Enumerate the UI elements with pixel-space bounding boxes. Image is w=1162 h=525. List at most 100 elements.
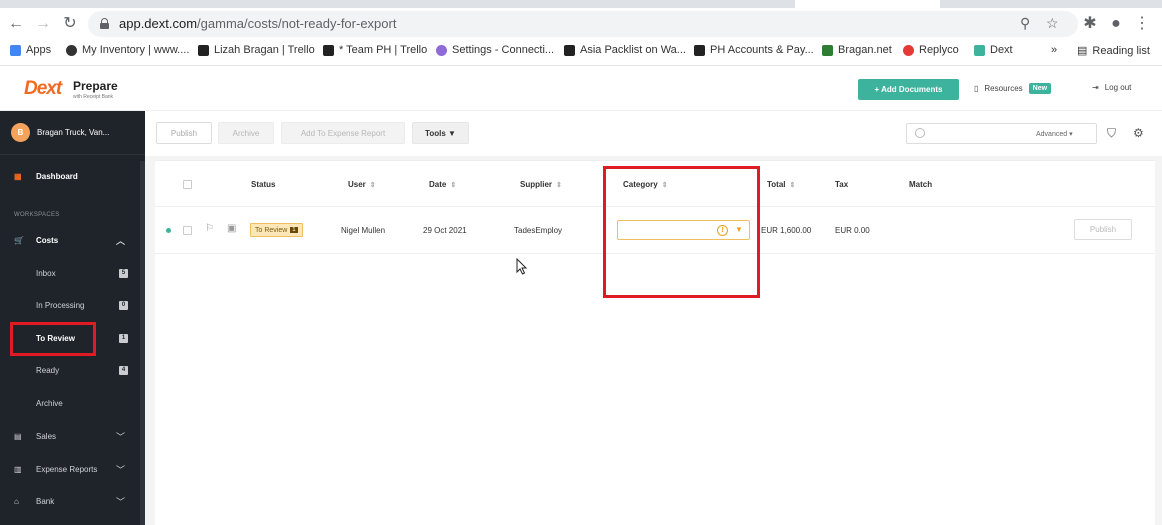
filter-icon[interactable]: ⛉ [1107, 126, 1116, 141]
flag-icon[interactable]: ⚐ [205, 223, 214, 234]
account-name: Bragan Truck, Van... [37, 128, 110, 137]
sidebar-item-costs[interactable]: 🛒 Costs ︿ [0, 233, 140, 247]
status-badge: To Review 1 [250, 223, 303, 237]
row-publish-button[interactable]: Publish [1074, 219, 1132, 240]
add-to-expense-report-button[interactable]: Add To Expense Report [281, 122, 405, 144]
cell-user: Nigel Mullen [341, 226, 386, 235]
sidebar-item-label: Expense Reports [36, 464, 98, 474]
address-bar[interactable]: app.dext.com/gamma/costs/not-ready-for-e… [88, 11, 1078, 37]
header-status[interactable]: Status [251, 180, 275, 189]
header-label: User [348, 180, 366, 189]
product-name: Prepare [73, 79, 118, 93]
expense-report-icon: ▥ [14, 464, 22, 474]
bookmark-label: My Inventory | www.... [82, 44, 190, 56]
tab-strip [0, 0, 1162, 8]
sidebar-item-in-processing[interactable]: In Processing 0 [0, 299, 140, 311]
header-match[interactable]: Match [909, 180, 932, 189]
publish-button[interactable]: Publish [156, 122, 212, 144]
url-path: /gamma/costs/not-ready-for-export [197, 16, 397, 31]
extensions-icon[interactable]: ✱ [1080, 14, 1100, 34]
account-switcher[interactable]: B Bragan Truck, Van... [0, 111, 145, 155]
header-user[interactable]: User ⇕ [348, 180, 376, 189]
star-icon[interactable]: ☆ [1046, 15, 1059, 32]
status-count: 1 [290, 227, 298, 233]
select-all-checkbox[interactable] [183, 180, 192, 189]
active-tab[interactable] [795, 0, 940, 8]
product-subtitle: with Receipt Bank [73, 94, 114, 100]
mouse-cursor-icon [516, 258, 528, 275]
bookmark-label: Bragan.net [838, 44, 892, 56]
bookmark-settings[interactable]: Settings - Connecti... [436, 44, 554, 56]
row-checkbox[interactable] [183, 226, 192, 235]
count-badge: 5 [119, 268, 128, 278]
bookmark-label: * Team PH | Trello [339, 44, 428, 56]
sidebar-item-dashboard[interactable]: ▦ Dashboard [0, 169, 140, 183]
sidebar-item-label: In Processing [36, 300, 85, 310]
bookmark-asia-packlist[interactable]: Asia Packlist on Wa... [564, 44, 686, 56]
bookmark-bragan[interactable]: Bragan.net [822, 44, 892, 56]
bookmark-dext[interactable]: Dext [974, 44, 1013, 56]
header-total[interactable]: Total ⇕ [767, 180, 795, 189]
bookmark-label: Settings - Connecti... [452, 44, 555, 56]
reload-icon[interactable]: ↻ [60, 14, 80, 34]
bookmarks-more[interactable]: » [1051, 44, 1057, 56]
gear-icon[interactable]: ⚙ [1133, 126, 1144, 140]
bookmark-label: Apps [26, 44, 52, 56]
menu-icon[interactable]: ⋮ [1132, 14, 1152, 34]
tools-dropdown[interactable]: Tools ▼ [412, 122, 469, 144]
bookmark-lizah-trello[interactable]: Lizah Bragan | Trello [198, 44, 315, 56]
cart-icon: 🛒 [14, 235, 24, 245]
search-box[interactable]: Advanced ▾ [906, 123, 1097, 144]
bookmark-team-ph[interactable]: * Team PH | Trello [323, 44, 427, 56]
chevron-up-icon: ︿ [116, 235, 126, 246]
image-icon[interactable]: ▣ [227, 223, 236, 234]
dext-logo[interactable]: Dext [24, 78, 62, 100]
header-tax[interactable]: Tax [835, 180, 848, 189]
sidebar-item-label: Dashboard [36, 171, 78, 181]
search-icon [915, 128, 925, 138]
sidebar-item-expense-reports[interactable]: ▥ Expense Reports ﹀ [0, 462, 140, 476]
sidebar-item-label: Inbox [36, 268, 56, 278]
chevron-down-icon: ﹀ [116, 496, 126, 507]
sidebar-item-sales[interactable]: ▤ Sales ﹀ [0, 429, 140, 443]
document-icon [564, 44, 575, 56]
header-supplier[interactable]: Supplier ⇕ [520, 180, 562, 189]
bank-icon: ⌂ [14, 496, 19, 506]
logout-link[interactable]: ⇥ Log out [1092, 83, 1131, 92]
logout-icon: ⇥ [1092, 83, 1099, 92]
bookmarks-bar: Apps My Inventory | www.... Lizah Bragan… [0, 40, 1162, 62]
sidebar-item-inbox[interactable]: Inbox 5 [0, 267, 140, 279]
bookmark-inventory[interactable]: My Inventory | www.... [66, 44, 189, 56]
category-highlight-box [603, 166, 760, 298]
archive-button[interactable]: Archive [218, 122, 274, 144]
resources-link[interactable]: ▯ Resources New [974, 83, 1052, 94]
toolbar: Publish Archive Add To Expense Report To… [145, 111, 1162, 156]
ready-indicator [166, 228, 171, 233]
zoom-icon[interactable]: ⚲ [1020, 15, 1030, 32]
profile-icon[interactable]: ● [1106, 14, 1126, 34]
url-text[interactable]: app.dext.com/gamma/costs/not-ready-for-e… [119, 16, 396, 31]
add-documents-button[interactable]: + Add Documents [858, 79, 959, 100]
replyco-icon [903, 44, 914, 56]
chevron-down-icon: ﹀ [116, 431, 126, 442]
header-label: Match [909, 180, 933, 189]
header-label: Status [251, 180, 276, 189]
reading-list[interactable]: ▤ Reading list [1077, 44, 1150, 58]
sidebar-item-archive[interactable]: Archive [0, 397, 140, 409]
bookmark-label: Dext [990, 44, 1013, 56]
advanced-search-toggle[interactable]: Advanced ▾ [1036, 130, 1073, 138]
status-label: To Review [255, 226, 288, 234]
back-icon[interactable]: ← [6, 14, 26, 34]
bookmark-label: PH Accounts & Pay... [710, 44, 814, 56]
header-label: Tax [835, 180, 849, 189]
forward-icon[interactable]: → [33, 14, 53, 34]
sidebar-item-ready[interactable]: Ready 4 [0, 364, 140, 376]
bookmark-replyco[interactable]: Replyco [903, 44, 959, 56]
address-row: ← → ↻ app.dext.com/gamma/costs/not-ready… [0, 9, 1162, 39]
bookmark-ph-accounts[interactable]: PH Accounts & Pay... [694, 44, 814, 56]
header-date[interactable]: Date ⇕ [429, 180, 456, 189]
bookmark-label: Replyco [919, 44, 959, 56]
sidebar-item-bank[interactable]: ⌂ Bank ﹀ [0, 494, 140, 508]
bookmark-apps[interactable]: Apps [10, 44, 51, 56]
reading-list-label: Reading list [1092, 44, 1150, 57]
